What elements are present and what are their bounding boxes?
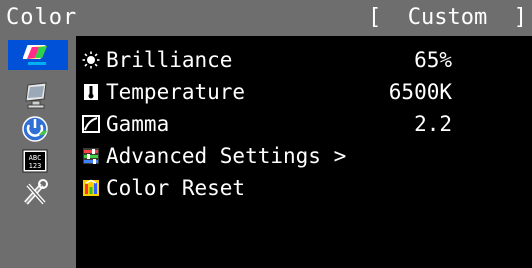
menu-item-color-reset[interactable]: Color Reset	[76, 172, 532, 204]
title-bar: Color [ Custom ]	[0, 0, 532, 36]
menu-item-brilliance[interactable]: Brilliance 65%	[76, 44, 532, 76]
advanced-settings-icon	[83, 148, 99, 164]
svg-text:ABC: ABC	[29, 154, 42, 162]
temperature-label: Temperature	[106, 80, 246, 104]
menu-title: Color	[6, 5, 78, 30]
color-mode-value: Custom	[407, 5, 488, 30]
color-icon	[23, 45, 47, 65]
temperature-icon	[84, 84, 98, 100]
menu-item-temperature[interactable]: Temperature 6500K	[76, 76, 532, 108]
svg-text:123: 123	[29, 162, 42, 170]
advanced-settings-label: Advanced Settings >	[106, 144, 347, 168]
brilliance-value: 65%	[414, 48, 452, 72]
brilliance-label: Brilliance	[106, 48, 233, 72]
gamma-icon	[82, 115, 100, 133]
gamma-value: 2.2	[414, 112, 452, 136]
color-reset-icon	[83, 179, 99, 196]
sidebar-item-tools[interactable]	[18, 178, 52, 208]
sidebar-item-power[interactable]	[18, 114, 52, 144]
color-reset-label: Color Reset	[106, 176, 246, 200]
mode-bracket-open: [	[368, 5, 382, 30]
color-menu-osd: Color [ Custom ] ABC 123 Brilliance 65% …	[0, 0, 532, 268]
brilliance-icon	[82, 51, 100, 69]
color-mode-indicator: [ Custom ]	[368, 3, 527, 33]
menu-items: Brilliance 65% Temperature 6500K Gamma 2…	[76, 36, 532, 268]
sidebar-item-color[interactable]	[8, 40, 68, 70]
power-icon	[22, 116, 48, 142]
language-icon: ABC 123	[22, 149, 48, 173]
sidebar: ABC 123	[0, 36, 76, 268]
tools-icon	[24, 179, 48, 205]
sidebar-item-screen[interactable]	[18, 80, 52, 110]
temperature-value: 6500K	[388, 80, 452, 104]
menu-item-gamma[interactable]: Gamma 2.2	[76, 108, 532, 140]
screen-icon	[25, 82, 47, 109]
sidebar-item-language[interactable]: ABC 123	[18, 146, 52, 176]
menu-item-advanced-settings[interactable]: Advanced Settings >	[76, 140, 532, 172]
mode-bracket-close: ]	[513, 5, 527, 30]
gamma-label: Gamma	[106, 112, 170, 136]
